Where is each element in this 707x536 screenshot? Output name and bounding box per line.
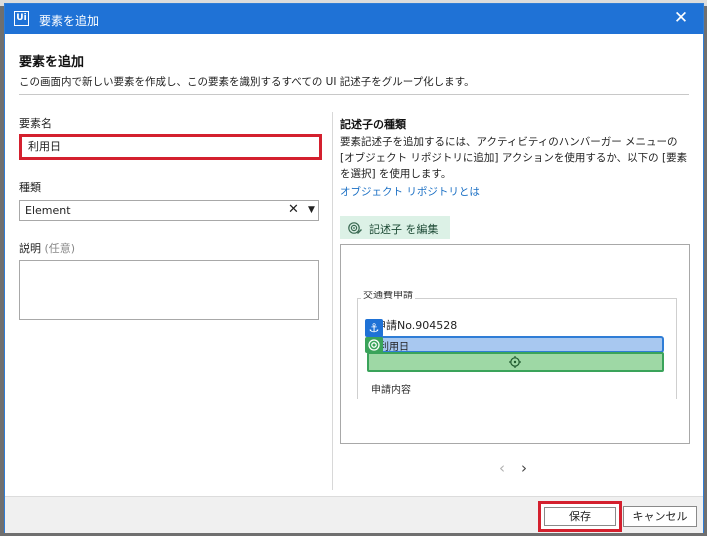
dialog-title: 要素を追加: [39, 14, 100, 28]
descriptor-type-title: 記述子の種類: [340, 118, 406, 131]
preview-application-no: 申請No.904528: [375, 319, 458, 332]
object-repository-link[interactable]: オブジェクト リポジトリとは: [340, 184, 480, 199]
preview-form-title: 交通費申請: [361, 291, 415, 299]
crosshair-icon: [509, 356, 521, 368]
description-label-text: 説明: [19, 242, 41, 255]
save-button[interactable]: 保存: [538, 501, 622, 532]
page-description: この画面内で新しい要素を作成し、この要素を識別するすべての UI 記述子をグルー…: [19, 76, 475, 88]
title-bar: Ui 要素を追加 ✕: [5, 4, 703, 34]
descriptor-type-description: 要素記述子を追加するには、アクティビティのハンバーガー メニューの [オブジェク…: [340, 136, 688, 180]
clear-icon[interactable]: ✕: [288, 202, 299, 217]
edit-descriptor-label: 記述子 を編集: [369, 223, 439, 236]
preview-field-label: 利用日: [379, 342, 409, 353]
page-title: 要素を追加: [19, 55, 85, 70]
element-name-input[interactable]: 利用日: [19, 134, 322, 160]
description-optional: (任意): [44, 242, 76, 255]
target-icon-shape: [368, 339, 380, 351]
add-element-dialog: Ui 要素を追加 ✕ 要素を追加 この画面内で新しい要素を作成し、この要素を識別…: [4, 3, 704, 533]
cancel-button[interactable]: キャンセル: [623, 506, 697, 527]
chevron-right-icon[interactable]: ›: [521, 459, 527, 477]
close-icon[interactable]: ✕: [669, 8, 693, 30]
anchor-element-highlight: [367, 352, 664, 372]
type-value: Element: [25, 204, 71, 217]
save-button-label: 保存: [544, 507, 616, 526]
chevron-left-icon[interactable]: ‹: [499, 459, 505, 477]
ui-logo-icon: Ui: [14, 11, 29, 26]
type-label: 種類: [19, 181, 41, 194]
divider: [19, 94, 689, 95]
column-divider: [332, 112, 333, 490]
element-name-label: 要素名: [19, 117, 52, 130]
anchor-icon: ⚓: [365, 319, 383, 337]
element-name-value: 利用日: [28, 140, 61, 153]
chevron-down-icon[interactable]: ▼: [308, 205, 315, 215]
preview-section-label: 申請内容: [371, 385, 411, 396]
element-preview: 交通費申請 申請No.904528 利用日 ⚓ 申請内容: [340, 244, 690, 444]
type-select[interactable]: Element ✕ ▼: [19, 200, 319, 221]
description-label: 説明 (任意): [19, 240, 75, 256]
edit-descriptor-button[interactable]: 記述子 を編集: [340, 216, 450, 239]
target-icon: [365, 337, 383, 353]
description-textarea[interactable]: [19, 260, 319, 320]
target-edit-icon: [348, 222, 362, 234]
target-element-highlight: 利用日: [367, 336, 664, 353]
